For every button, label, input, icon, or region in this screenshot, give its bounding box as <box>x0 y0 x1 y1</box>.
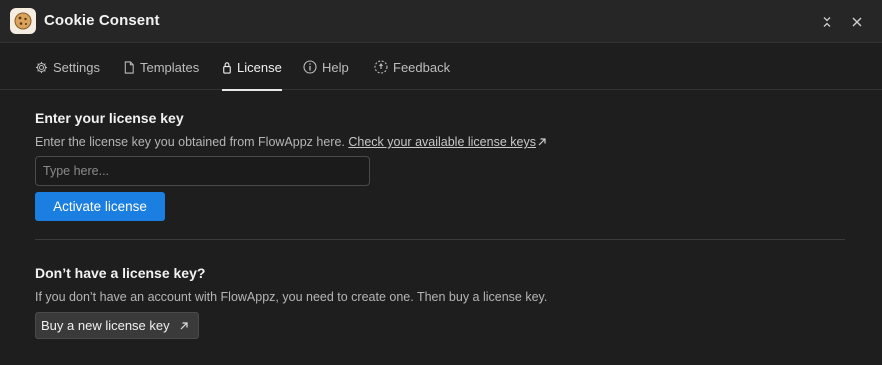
close-icon <box>852 17 862 27</box>
tab-license-label: License <box>237 59 282 75</box>
tab-feedback[interactable]: Feedback <box>374 44 450 90</box>
close-button[interactable] <box>847 12 867 32</box>
tab-templates-label: Templates <box>140 59 200 75</box>
license-key-input[interactable] <box>35 156 370 186</box>
external-link-icon <box>180 321 188 329</box>
tab-templates[interactable]: Templates <box>123 44 199 90</box>
document-icon <box>124 60 134 74</box>
app-title: Cookie Consent <box>44 12 160 29</box>
no-license-description: If you don’t have an account with FlowAp… <box>35 290 548 304</box>
buy-license-label: Buy a new license key <box>41 318 170 333</box>
tab-bar: Settings Templates License Help Feedback <box>0 44 882 91</box>
check-license-keys-link[interactable]: Check your available license keys <box>348 135 536 149</box>
check-license-keys-link-label: Check your available license keys <box>348 135 536 149</box>
tab-help[interactable]: Help <box>303 44 349 90</box>
activate-license-button[interactable]: Activate license <box>35 192 165 221</box>
tab-settings[interactable]: Settings <box>35 44 100 90</box>
collapse-icon <box>823 17 831 27</box>
lock-icon <box>223 61 231 74</box>
external-link-icon <box>538 138 546 146</box>
tab-feedback-label: Feedback <box>393 59 451 75</box>
tab-settings-label: Settings <box>53 59 100 75</box>
cookie-icon <box>10 8 36 34</box>
license-description-line: Enter the license key you obtained from … <box>35 135 547 149</box>
no-license-heading: Don’t have a license key? <box>35 265 206 281</box>
collapse-button[interactable] <box>817 12 837 32</box>
info-icon <box>303 60 317 74</box>
tab-license[interactable]: License <box>222 44 282 91</box>
gear-icon <box>35 61 48 73</box>
feedback-icon <box>374 60 388 74</box>
license-description: Enter the license key you obtained from … <box>35 135 345 149</box>
buy-license-button[interactable]: Buy a new license key <box>35 312 199 339</box>
section-divider <box>35 239 845 240</box>
title-bar: Cookie Consent <box>0 0 882 43</box>
tab-help-label: Help <box>322 59 349 75</box>
license-heading: Enter your license key <box>35 110 184 126</box>
